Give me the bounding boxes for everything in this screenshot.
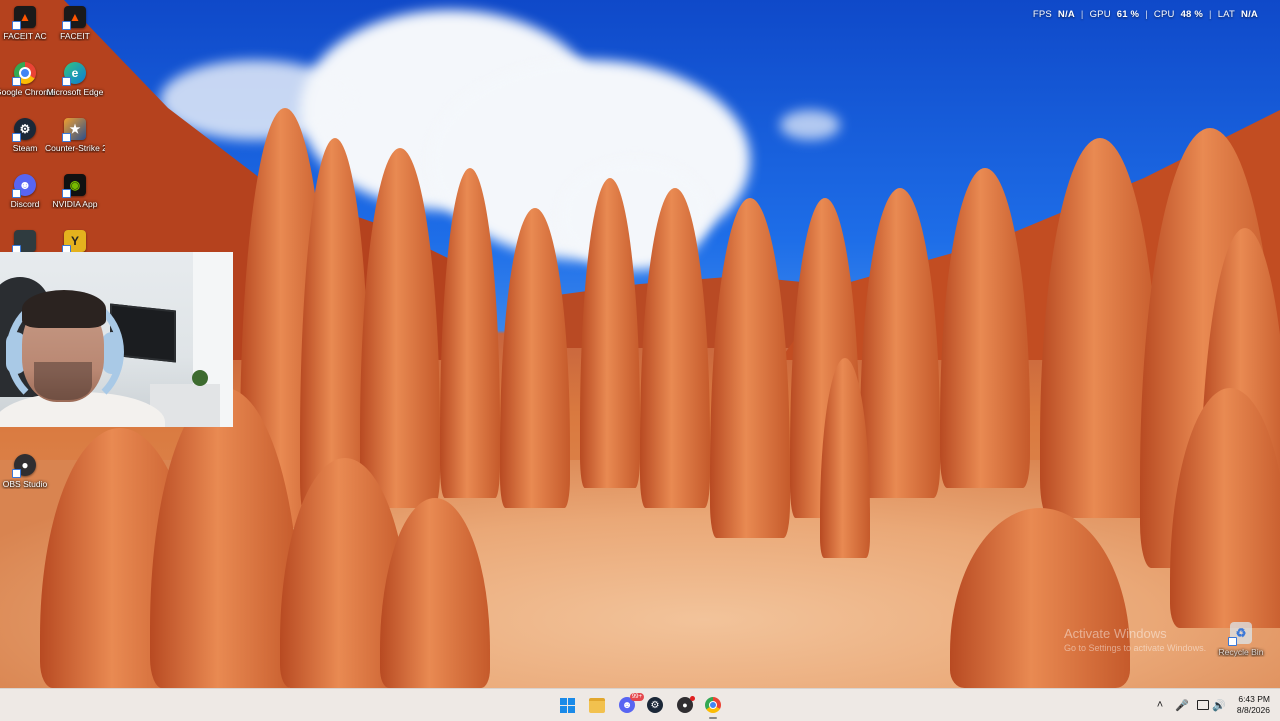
desktop-icon-steam[interactable]: ⚙ Steam — [0, 118, 50, 153]
watermark-title: Activate Windows — [1064, 626, 1167, 641]
discord-taskbar-button[interactable]: ☻ 99+ — [614, 693, 644, 717]
webcam-overlay — [0, 252, 233, 427]
start-icon — [559, 697, 575, 713]
desktop-icon-obs-studio[interactable]: ● OBS Studio — [0, 454, 50, 489]
taskbar: ☻ 99+ ⚙ ● ˄ 🎤 🔊 6:43 PM 8/8/2026 — [0, 688, 1280, 721]
clock-date: 8/8/2026 — [1236, 705, 1270, 715]
gpu-value: 61 % — [1116, 9, 1140, 20]
app-icon: Y — [62, 230, 86, 254]
desktop-icon-counter-strike[interactable]: ★ Counter-Strike 2 — [45, 118, 105, 153]
fps-value: N/A — [1057, 9, 1075, 20]
steam-icon: ⚙ — [647, 697, 663, 713]
clock[interactable]: 6:43 PM 8/8/2026 — [1237, 694, 1270, 716]
cpu-value: 48 % — [1180, 9, 1204, 20]
desktop-icon-partial-1[interactable] — [0, 230, 50, 254]
gpu-label: GPU — [1089, 9, 1111, 20]
show-hidden-icons-button[interactable]: ˄ — [1152, 689, 1168, 721]
file-explorer-icon — [589, 697, 605, 713]
desktop-icon-microsoft-edge[interactable]: e Microsoft Edge — [47, 62, 103, 97]
microphone-tray-button[interactable]: 🎤 — [1174, 689, 1190, 721]
desktop-icon-nvidia-app[interactable]: ◉ NVIDIA App — [50, 174, 100, 209]
display-icon — [1197, 700, 1209, 710]
chrome-icon — [12, 62, 36, 86]
steam-icon: ⚙ — [12, 118, 36, 142]
watermark-subtitle: Go to Settings to activate Windows. — [1064, 643, 1207, 653]
desktop-icon-discord[interactable]: ☻ Discord — [0, 174, 50, 209]
lat-value: N/A — [1241, 9, 1258, 20]
activate-windows-watermark: Activate Windows Go to Settings to activ… — [1064, 626, 1206, 653]
counter-strike-icon: ★ — [62, 118, 86, 142]
chrome-taskbar-button[interactable] — [700, 693, 726, 719]
performance-overlay: FPS N/A | GPU 61 % | CPU 48 % | LAT N/A — [1032, 9, 1258, 20]
chrome-icon — [705, 697, 721, 713]
edge-icon: e — [62, 62, 86, 86]
clock-time: 6:43 PM — [1238, 694, 1270, 704]
desktop-icon-recycle-bin[interactable]: ♻ Recycle Bin — [1216, 622, 1266, 657]
chevron-up-icon: ˄ — [1156, 699, 1164, 711]
steam-taskbar-button[interactable]: ⚙ — [642, 693, 668, 717]
desktop-icon-faceit-ac[interactable]: ▲ FACEIT AC — [0, 6, 50, 41]
faceit-ac-icon: ▲ — [12, 6, 36, 30]
file-explorer-button[interactable] — [584, 693, 610, 717]
desktop-icon-faceit[interactable]: ▲ FACEIT — [50, 6, 100, 41]
recycle-bin-icon: ♻ — [1228, 622, 1252, 646]
volume-icon: 🔊 — [1212, 699, 1226, 712]
obs-taskbar-button[interactable]: ● — [672, 693, 698, 717]
discord-icon: ☻ — [12, 174, 36, 198]
recording-dot — [690, 696, 695, 701]
desktop-icon-google-chrome[interactable]: Google Chrome — [0, 62, 55, 97]
display-tray-button[interactable] — [1195, 689, 1211, 721]
lat-label: LAT — [1217, 9, 1236, 20]
microphone-icon: 🎤 — [1175, 699, 1189, 712]
cpu-label: CPU — [1153, 9, 1175, 20]
faceit-icon: ▲ — [62, 6, 86, 30]
volume-tray-button[interactable]: 🔊 — [1211, 689, 1227, 721]
app-icon — [12, 230, 36, 254]
fps-label: FPS — [1032, 9, 1052, 20]
start-button[interactable] — [554, 693, 580, 717]
nvidia-icon: ◉ — [62, 174, 86, 198]
desktop-icon-partial-2[interactable]: Y — [50, 230, 100, 254]
obs-icon: ● — [12, 454, 36, 478]
